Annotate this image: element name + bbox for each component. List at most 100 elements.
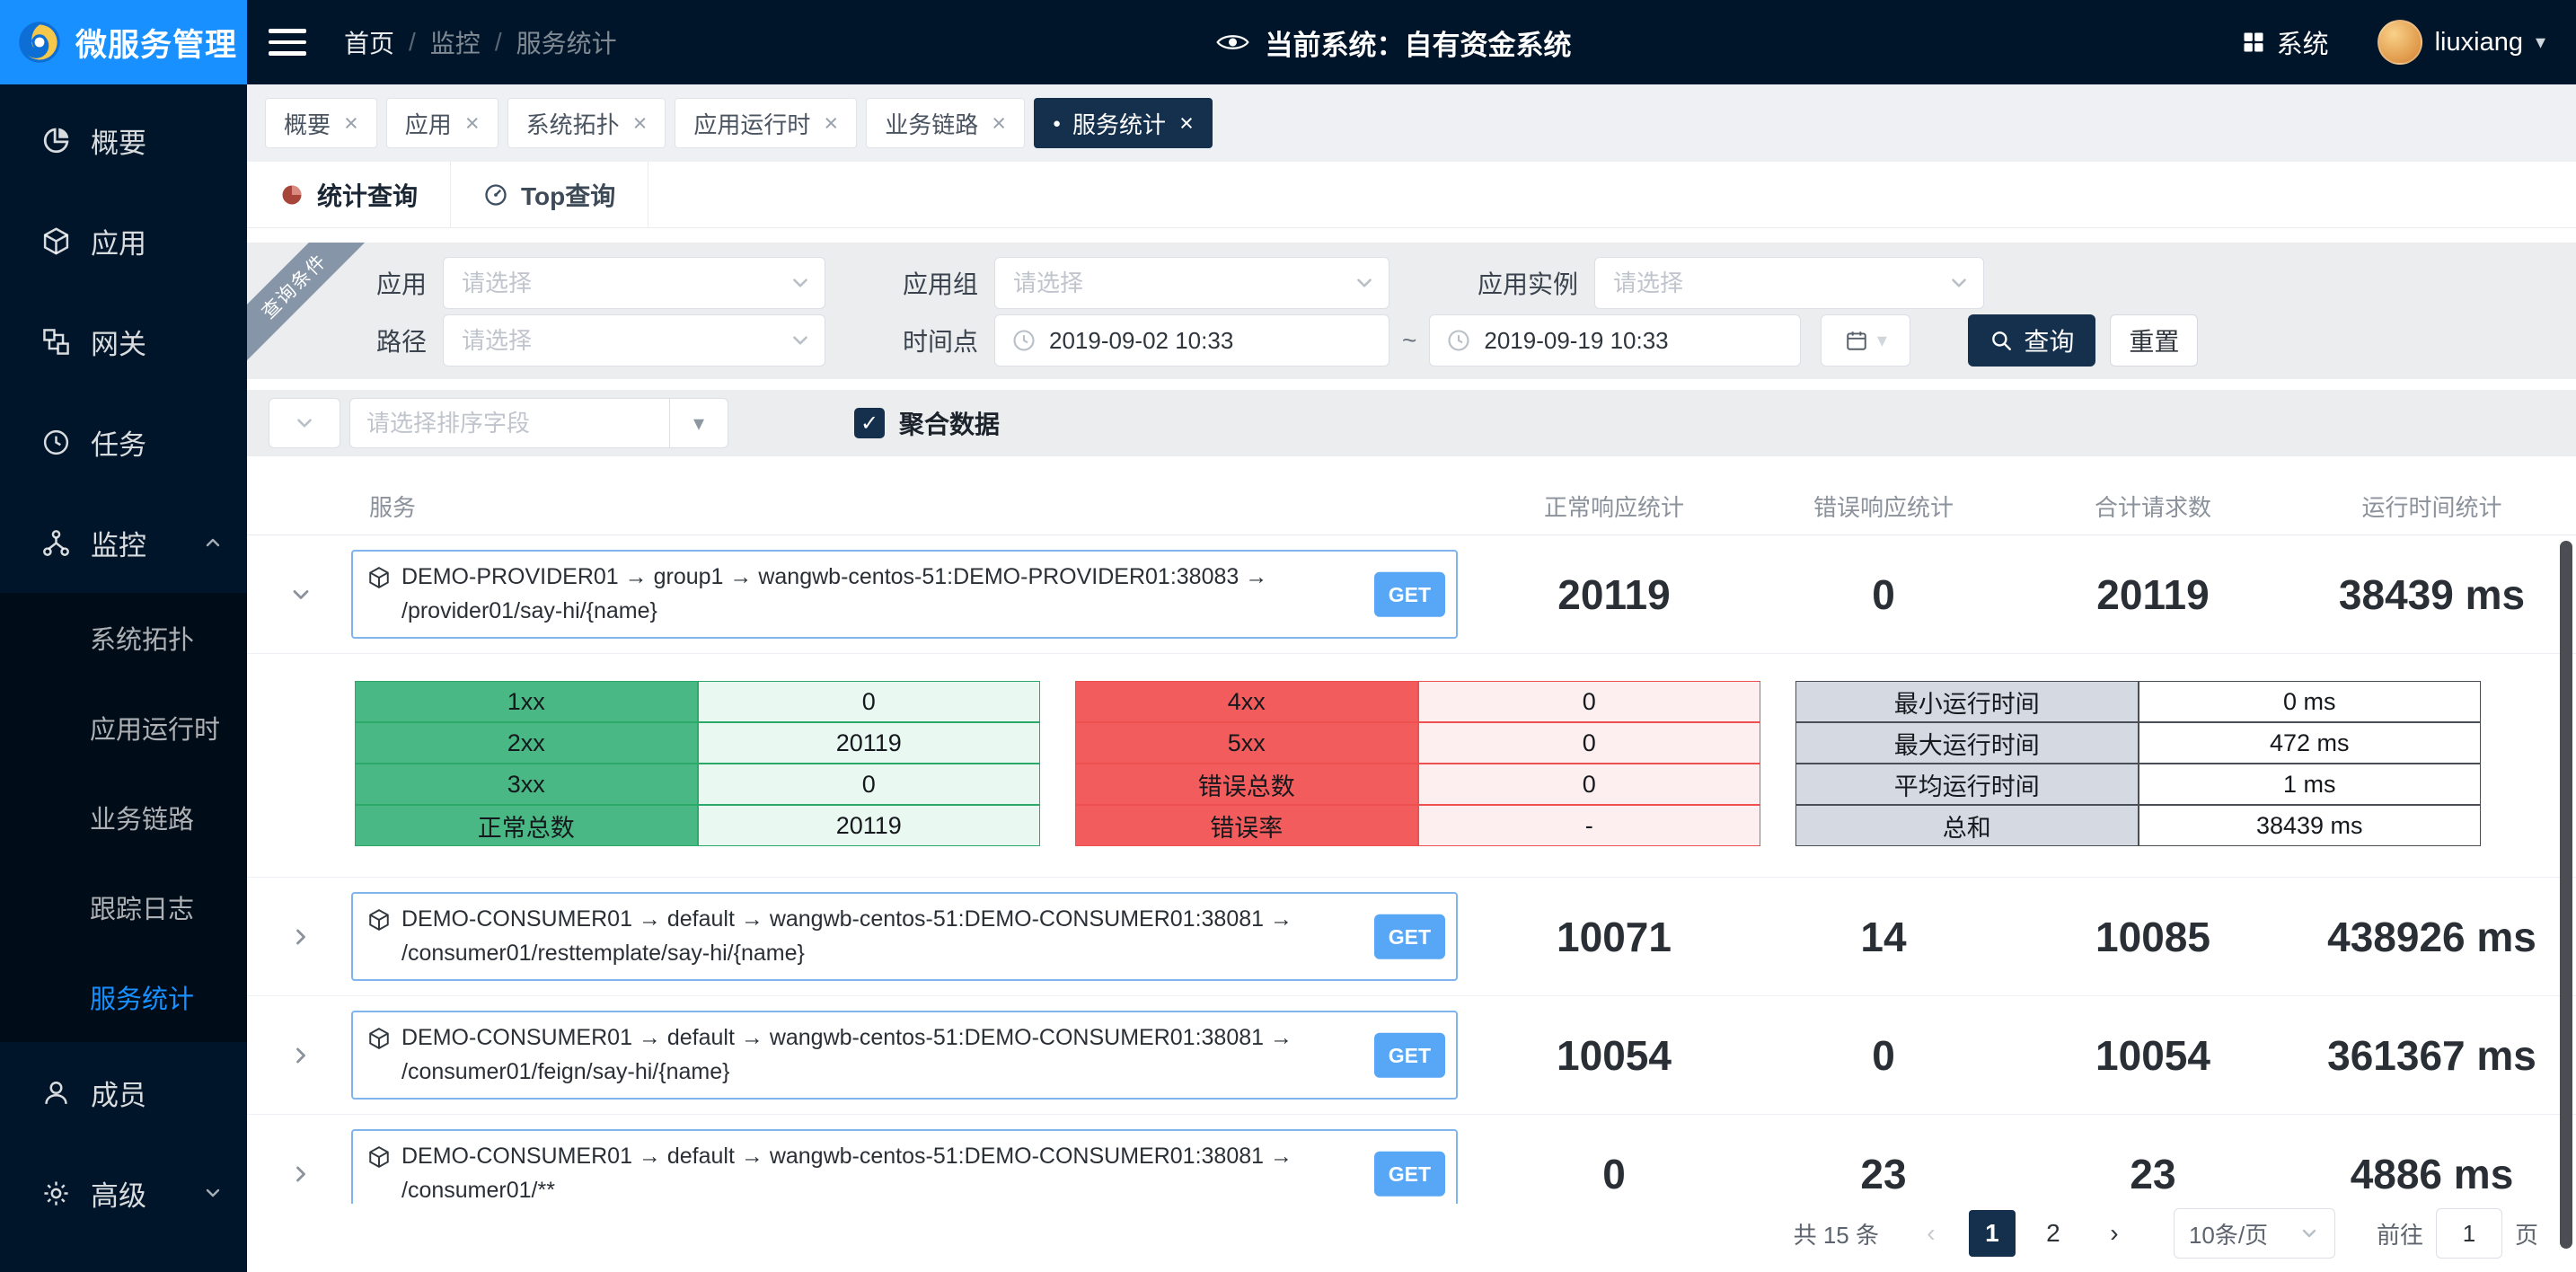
check-icon: ✓ [860,411,878,437]
next-page-button[interactable]: › [2091,1210,2138,1257]
service-box[interactable]: DEMO-PROVIDER01 → group1 → wangwb-centos… [351,550,1458,639]
aggregate-toggle[interactable]: ✓ 聚合数据 [854,405,1000,441]
time-from-value: 2019-09-02 10:33 [1049,327,1233,355]
success-stats-table: 1xx 0 2xx 20119 3xx 0 正常总数 20119 [355,681,1040,846]
page-size-select[interactable]: 10条/页 [2174,1208,2335,1259]
tab-business-chain[interactable]: 业务链路 × [866,98,1025,148]
app-logo-icon [16,19,63,66]
col-header-normal: 正常响应统计 [1479,490,1749,523]
sidebar-item-monitor[interactable]: 监控 [0,492,247,593]
close-icon[interactable]: × [465,111,480,136]
normal-count: 10054 [1479,1031,1749,1080]
search-button[interactable]: 查询 [1968,314,2095,367]
total-count-label: 共 15 条 [1794,1217,1879,1250]
app-group-select-input[interactable] [1013,269,1345,297]
service-box[interactable]: DEMO-CONSUMER01 → default → wangwb-cento… [351,1011,1458,1100]
app-select[interactable] [443,257,825,309]
stat-label-cell: 最大运行时间 [1795,722,2139,764]
app-logo[interactable]: 微服务管理 [0,0,247,84]
stat-label-cell: 最小运行时间 [1795,681,2139,722]
calendar-picker-button[interactable]: ▾ [1821,314,1910,367]
table-row[interactable]: DEMO-PROVIDER01 → group1 → wangwb-centos… [247,535,2576,654]
vertical-scrollbar[interactable] [2560,541,2572,1249]
table-row[interactable]: DEMO-CONSUMER01 → default → wangwb-cento… [247,878,2576,996]
runtime-total: 38439 ms [2288,570,2576,619]
sidebar: 概要 应用 网关 任务 [0,84,247,1272]
breadcrumb-home[interactable]: 首页 [344,24,394,60]
stat-label-cell: 1xx [355,681,698,722]
path-select[interactable] [443,314,825,367]
row-expander[interactable] [258,582,344,607]
sidebar-item-business-chain[interactable]: 业务链路 [0,773,247,862]
user-menu[interactable]: liuxiang ▾ [2378,20,2545,65]
table-row[interactable]: DEMO-CONSUMER01 → default → wangwb-cento… [247,996,2576,1115]
tab-system-topology[interactable]: 系统拓扑 × [507,98,666,148]
sidebar-item-gateway[interactable]: 网关 [0,291,247,392]
app-instance-select-input[interactable] [1613,269,1940,297]
path-select-input[interactable] [462,327,781,355]
service-path: DEMO-CONSUMER01 → default → wangwb-cento… [401,1140,1348,1207]
time-from-input[interactable]: 2019-09-02 10:33 [994,314,1389,367]
tab-overview[interactable]: 概要 × [265,98,377,148]
row-expander[interactable] [258,1162,344,1187]
col-header-total: 合计请求数 [2018,490,2288,523]
sidebar-item-overview[interactable]: 概要 [0,90,247,190]
col-header-time: 运行时间统计 [2288,490,2576,523]
sort-field-input[interactable] [349,398,669,448]
time-field-label: 时间点 [825,322,978,358]
chevron-down-icon: ▾ [2536,31,2545,54]
app-instance-select[interactable] [1594,257,1984,309]
sort-field-dropdown-button[interactable]: ▾ [669,398,728,448]
app-group-select[interactable] [994,257,1389,309]
reset-button[interactable]: 重置 [2110,314,2198,367]
menu-toggle-icon[interactable] [269,29,306,56]
sort-direction-select[interactable] [269,398,340,448]
col-header-error: 错误响应统计 [1749,490,2018,523]
sidebar-item-label: 成员 [91,1073,146,1113]
runtime-total: 4886 ms [2288,1150,2576,1198]
tab-service-stats[interactable]: ● 服务统计 × [1034,98,1213,148]
close-icon[interactable]: × [344,111,358,136]
aggregate-checkbox[interactable]: ✓ [854,408,885,438]
row-expander[interactable] [258,924,344,950]
row-expander[interactable] [258,1043,344,1068]
sidebar-item-system-topology[interactable]: 系统拓扑 [0,593,247,683]
eye-icon [1217,31,1249,53]
subtab-stats-query[interactable]: 统计查询 [247,162,451,227]
chevron-right-icon [288,1162,313,1187]
subtab-top-query[interactable]: Top查询 [451,162,648,227]
close-icon[interactable]: × [992,111,1006,136]
app-select-input[interactable] [462,269,781,297]
sidebar-item-advanced[interactable]: 高级 [0,1143,247,1243]
pagination: 共 15 条 ‹ 1 2 › 10条/页 前往 页 [247,1204,2576,1263]
goto-page-input[interactable] [2436,1208,2502,1259]
service-box[interactable]: DEMO-CONSUMER01 → default → wangwb-cento… [351,892,1458,981]
service-path: DEMO-PROVIDER01 → group1 → wangwb-centos… [401,561,1348,628]
error-count: 0 [1749,570,2018,619]
subtabs: 统计查询 Top查询 [247,162,2576,228]
app-title: 微服务管理 [75,20,237,66]
sidebar-item-members[interactable]: 成员 [0,1042,247,1143]
prev-page-button[interactable]: ‹ [1908,1210,1954,1257]
close-icon[interactable]: × [633,111,648,136]
breadcrumb-monitor[interactable]: 监控 [430,24,481,60]
system-switch-button[interactable]: 系统 [2241,23,2329,61]
tab-applications[interactable]: 应用 × [386,98,498,148]
page-button-1[interactable]: 1 [1969,1210,2016,1257]
sidebar-item-app-runtime[interactable]: 应用运行时 [0,683,247,773]
microservice-admin-app: 微服务管理 首页 / 监控 / 服务统计 当前系统：自有资金系统 系统 [0,0,2576,1272]
chevron-right-icon [288,924,313,950]
close-icon[interactable]: × [1179,111,1194,136]
sidebar-item-trace-logs[interactable]: 跟踪日志 [0,862,247,952]
sidebar-item-service-stats[interactable]: 服务统计 [0,952,247,1042]
page-button-2[interactable]: 2 [2030,1210,2077,1257]
close-icon[interactable]: × [824,111,838,136]
stat-value-cell: 38439 ms [2139,805,2482,846]
tab-app-runtime[interactable]: 应用运行时 × [675,98,857,148]
sidebar-item-tasks[interactable]: 任务 [0,392,247,492]
topbar-actions: 系统 liuxiang ▾ [2241,20,2576,65]
sidebar-item-applications[interactable]: 应用 [0,190,247,291]
user-name: liuxiang [2435,28,2523,57]
time-to-input[interactable]: 2019-09-19 10:33 [1429,314,1801,367]
current-system-indicator[interactable]: 当前系统：自有资金系统 [1217,22,1572,63]
